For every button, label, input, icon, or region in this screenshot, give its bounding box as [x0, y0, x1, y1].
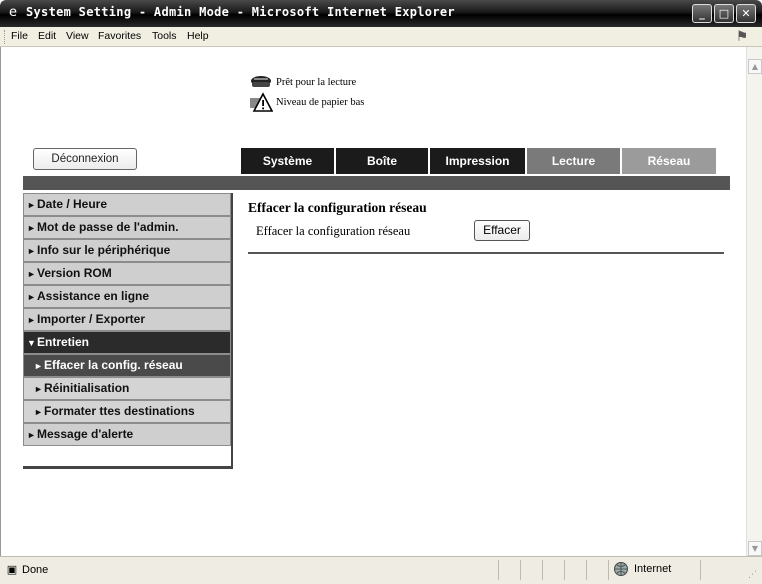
- status-pane: [498, 560, 499, 580]
- sidebar-item-device-info[interactable]: ►Info sur le périphérique: [23, 239, 231, 262]
- triangle-right-icon: ►: [34, 361, 43, 371]
- tab-lecture[interactable]: Lecture: [527, 148, 620, 174]
- maximize-button[interactable]: □: [714, 4, 734, 23]
- sidebar-item-online-assistance[interactable]: ►Assistance en ligne: [23, 285, 231, 308]
- status-pane: [700, 560, 701, 580]
- sidebar-item-label: Importer / Exporter: [37, 312, 146, 326]
- sidebar-subitem-clear-network-config[interactable]: ►Effacer la config. réseau: [23, 354, 231, 377]
- menu-tools[interactable]: Tools: [152, 30, 177, 42]
- sidebar-item-label: Effacer la config. réseau: [44, 358, 183, 372]
- sidebar-bottom-rule: [23, 466, 231, 469]
- triangle-right-icon: ►: [34, 407, 43, 417]
- sidebar-item-label: Info sur le périphérique: [37, 243, 171, 257]
- clear-config-label: Effacer la configuration réseau: [256, 224, 411, 238]
- scroll-down-icon[interactable]: ▼: [748, 541, 762, 556]
- menu-help[interactable]: Help: [187, 30, 209, 42]
- status-paper-low: Niveau de papier bas: [249, 92, 364, 112]
- status-pane: [520, 560, 521, 580]
- tab-reseau[interactable]: Réseau: [622, 148, 716, 174]
- triangle-down-icon: ▼: [27, 338, 36, 348]
- resize-grip-icon[interactable]: ⋰: [748, 570, 760, 582]
- sidebar-item-label: Mot de passe de l'admin.: [37, 220, 179, 234]
- triangle-right-icon: ►: [27, 246, 36, 256]
- logout-button[interactable]: Déconnexion: [33, 148, 137, 170]
- status-paper-text: Niveau de papier bas: [276, 96, 365, 108]
- triangle-right-icon: ►: [27, 292, 36, 302]
- content-header-bar: [23, 176, 730, 190]
- page-done-icon: ▣: [6, 563, 18, 576]
- triangle-right-icon: ►: [27, 200, 36, 210]
- menu-view[interactable]: View: [66, 30, 89, 42]
- status-pane: [608, 560, 609, 580]
- status-pane: [564, 560, 565, 580]
- clear-button[interactable]: Effacer: [474, 220, 530, 241]
- window-title: System Setting - Admin Mode - Microsoft …: [26, 5, 455, 19]
- status-text: Done: [22, 564, 49, 576]
- windows-logo-icon: ⚑: [735, 29, 749, 45]
- menu-edit[interactable]: Edit: [38, 30, 56, 42]
- scroll-up-icon[interactable]: ▲: [748, 59, 762, 74]
- sidebar-item-import-export[interactable]: ►Importer / Exporter: [23, 308, 231, 331]
- sidebar-item-label: Assistance en ligne: [37, 289, 150, 303]
- triangle-right-icon: ►: [27, 269, 36, 279]
- minimize-button[interactable]: _: [692, 4, 712, 23]
- sidebar-item-rom-version[interactable]: ►Version ROM: [23, 262, 231, 285]
- sidebar-menu: ►Date / Heure ►Mot de passe de l'admin. …: [23, 193, 231, 446]
- main-tabs: Système Boîte Impression Lecture Réseau: [241, 148, 718, 174]
- security-zone: Internet: [612, 561, 671, 577]
- internet-explorer-icon: e: [9, 5, 17, 20]
- sidebar-item-admin-password[interactable]: ►Mot de passe de l'admin.: [23, 216, 231, 239]
- sidebar-item-label: Date / Heure: [37, 197, 108, 211]
- sidebar-item-alert-message[interactable]: ►Message d'alerte: [23, 423, 231, 446]
- sidebar-item-label: Réinitialisation: [44, 381, 130, 395]
- vertical-scrollbar[interactable]: ▲ ▼: [746, 47, 762, 556]
- menu-favorites[interactable]: Favorites: [98, 30, 141, 42]
- menu-file[interactable]: File: [11, 30, 28, 42]
- tab-impression[interactable]: Impression: [430, 148, 525, 174]
- sidebar-subitem-reset[interactable]: ►Réinitialisation: [23, 377, 231, 400]
- toolbar-grip[interactable]: [4, 30, 7, 44]
- sidebar-item-date-heure[interactable]: ►Date / Heure: [23, 193, 231, 216]
- tab-systeme[interactable]: Système: [241, 148, 334, 174]
- sidebar-subitem-format-destinations[interactable]: ►Formater ttes destinations: [23, 400, 231, 423]
- globe-icon: [614, 562, 628, 576]
- status-pane: [586, 560, 587, 580]
- triangle-right-icon: ►: [27, 430, 36, 440]
- menu-bar: File Edit View Favorites Tools Help ⚑: [0, 27, 762, 47]
- scanner-ready-icon: [251, 76, 271, 87]
- sidebar-item-label: Formater ttes destinations: [44, 404, 195, 418]
- zone-text: Internet: [634, 563, 672, 575]
- sidebar-item-label: Message d'alerte: [37, 427, 134, 441]
- sidebar-item-entretien[interactable]: ▼Entretien: [23, 331, 231, 354]
- tab-boite[interactable]: Boîte: [336, 148, 428, 174]
- close-button[interactable]: ✕: [736, 4, 756, 23]
- status-pane: [542, 560, 543, 580]
- status-bar: ▣ Done Internet ⋰: [0, 556, 762, 584]
- status-ready: Prêt pour la lecture: [249, 72, 356, 92]
- sidebar-divider: [231, 193, 233, 469]
- window-title-bar[interactable]: e System Setting - Admin Mode - Microsof…: [0, 0, 762, 27]
- sidebar-item-label: Version ROM: [37, 266, 112, 280]
- triangle-right-icon: ►: [27, 315, 36, 325]
- triangle-right-icon: ►: [34, 384, 43, 394]
- section-divider: [248, 252, 724, 254]
- section-heading: Effacer la configuration réseau: [248, 200, 427, 215]
- sidebar-item-label: Entretien: [37, 335, 90, 349]
- triangle-right-icon: ►: [27, 223, 36, 233]
- paper-low-warning-icon: [250, 92, 273, 112]
- status-ready-text: Prêt pour la lecture: [276, 76, 357, 88]
